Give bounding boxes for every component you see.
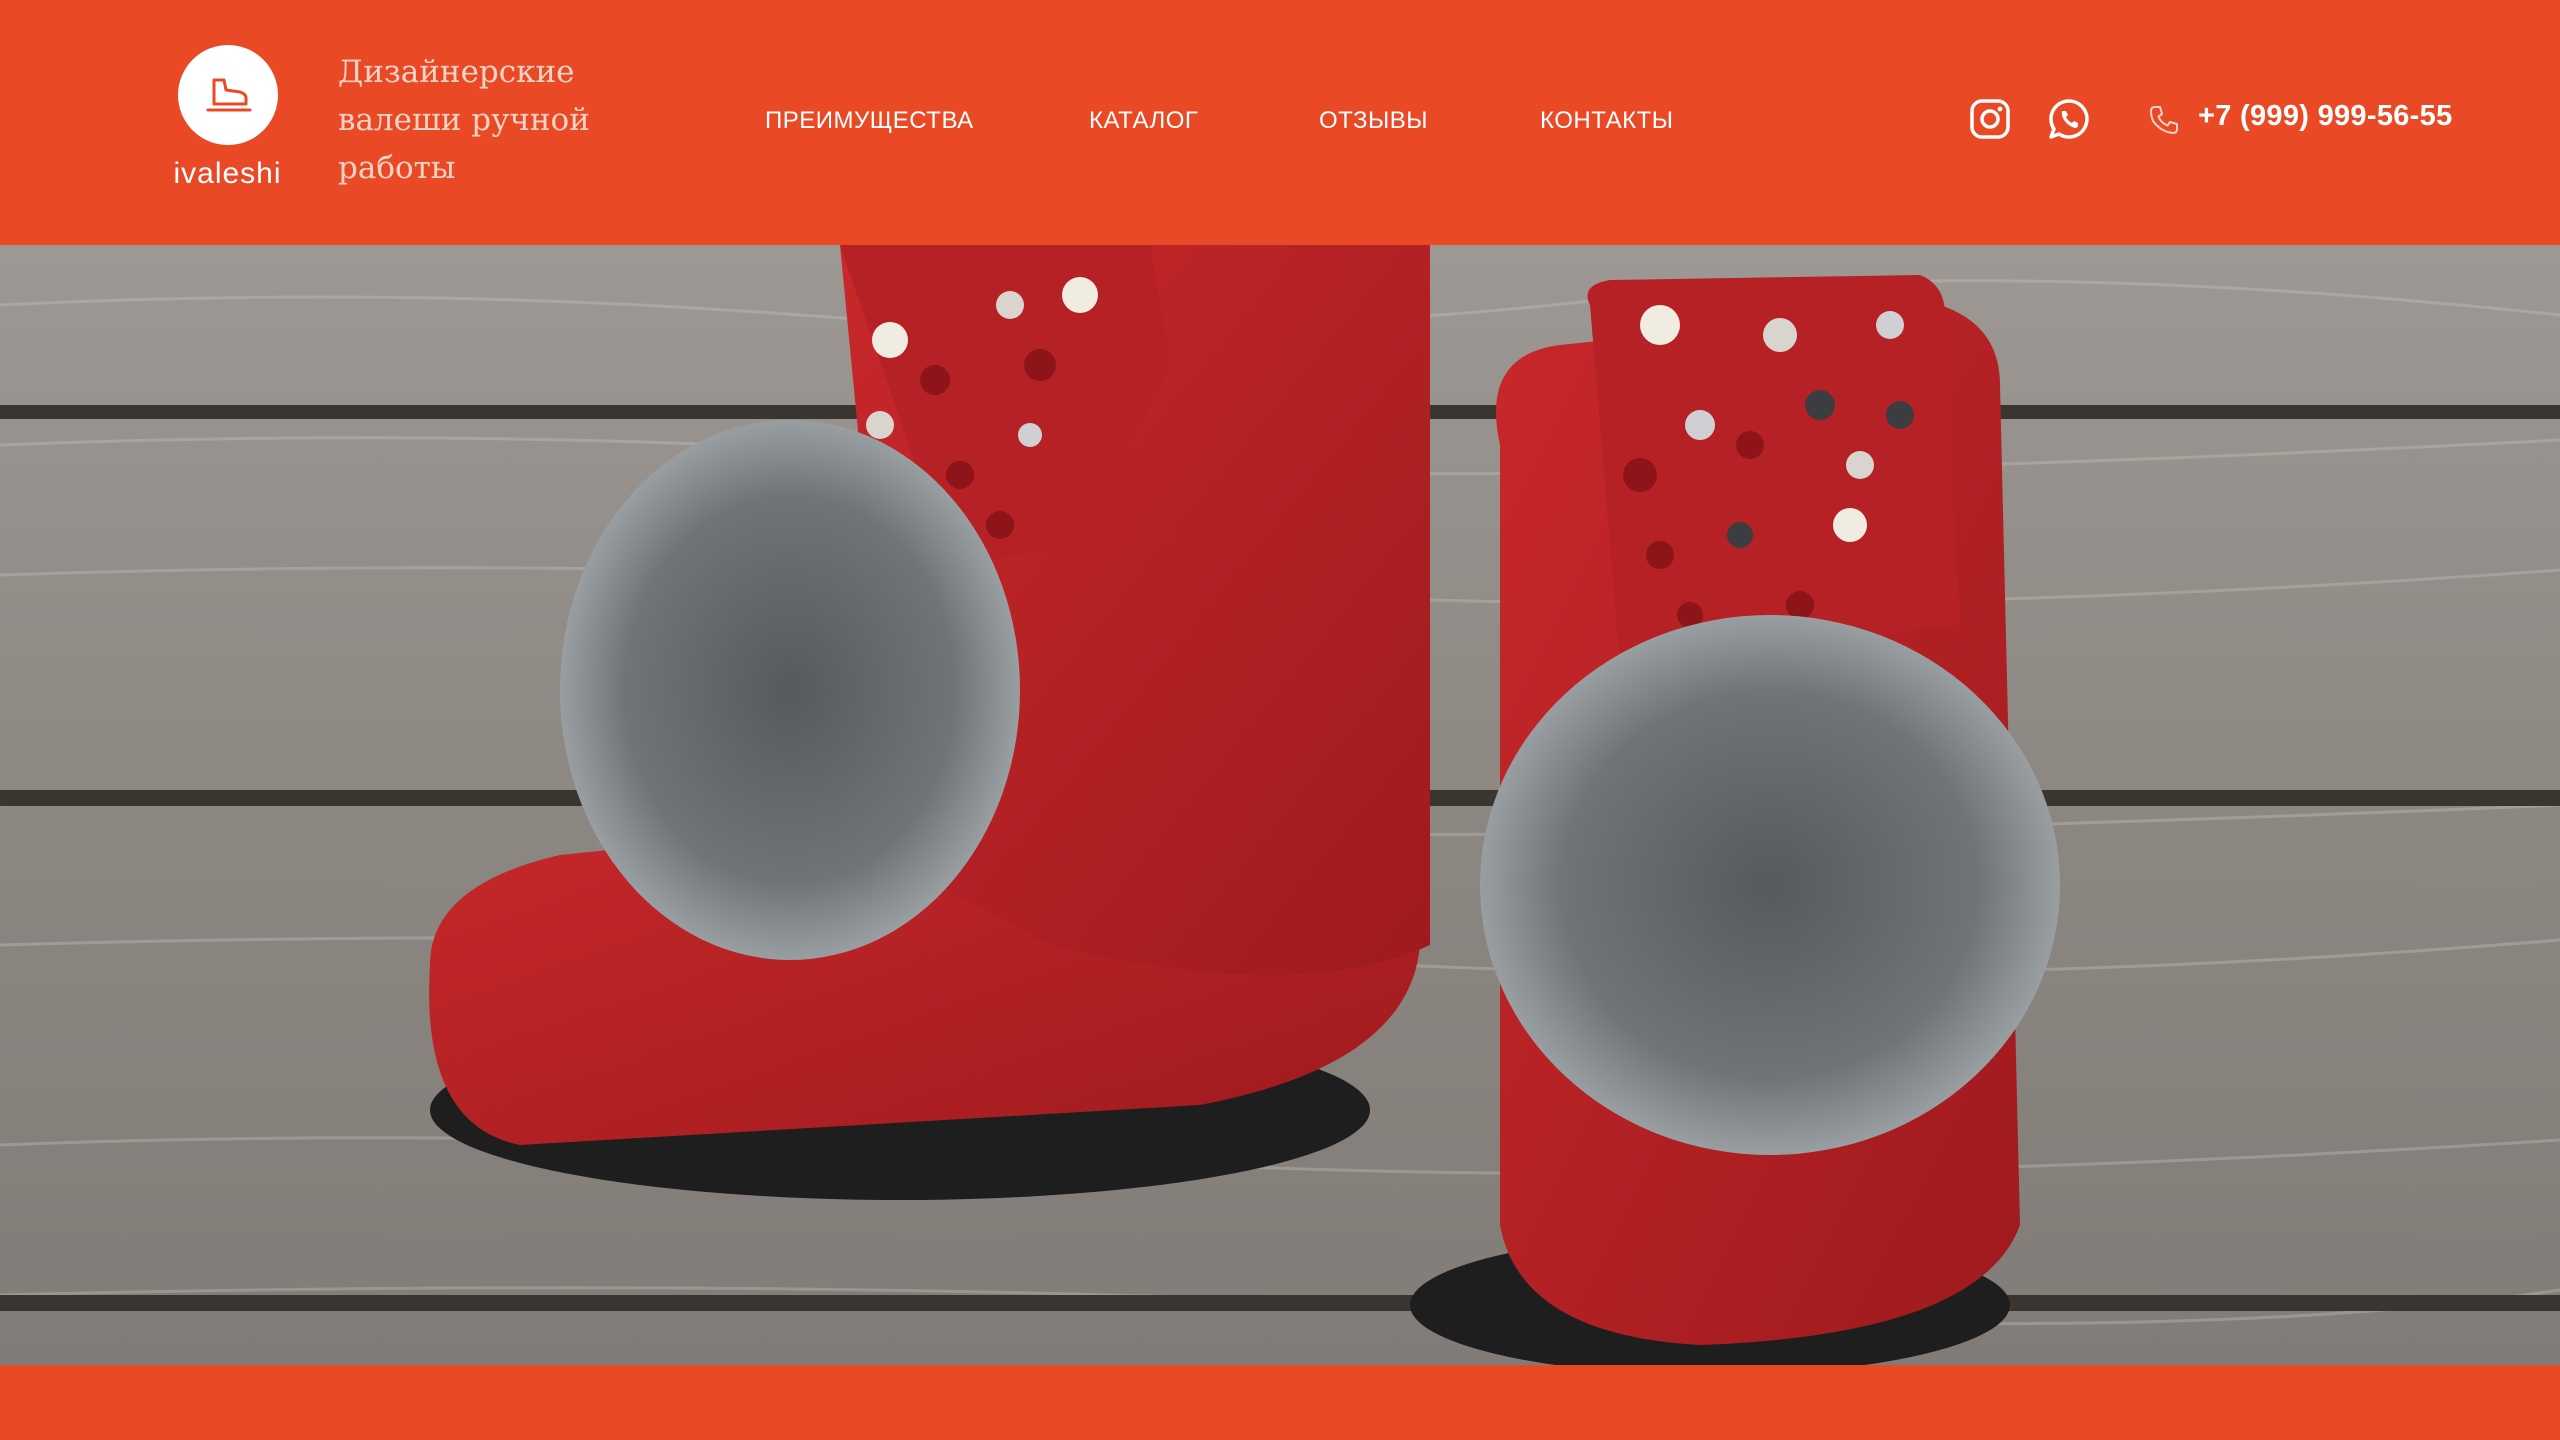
nav-link-advantages[interactable]: ПРЕИМУЩЕСТВА	[765, 107, 1089, 135]
logo[interactable]: ivaleshi	[170, 45, 285, 195]
nav-link-catalog[interactable]: КАТАЛОГ	[1089, 107, 1319, 135]
phone-link[interactable]: +7 (999) 999-56-55	[2198, 100, 2453, 133]
phone-icon	[2148, 104, 2180, 136]
nav-link-contacts[interactable]: КОНТАКТЫ	[1540, 107, 1700, 135]
site-header: ivaleshi Дизайнерские валеши ручной рабо…	[0, 0, 2560, 245]
nav-link-reviews[interactable]: ОТЗЫВЫ	[1319, 107, 1540, 135]
logo-text: ivaleshi	[173, 157, 282, 190]
site-tagline: Дизайнерские валеши ручной работы	[338, 54, 590, 186]
whatsapp-icon[interactable]	[2047, 97, 2091, 141]
main-nav: ПРЕИМУЩЕСТВА КАТАЛОГ ОТЗЫВЫ КОНТАКТЫ	[765, 103, 1700, 139]
instagram-icon[interactable]	[1968, 97, 2012, 141]
bottom-strip	[0, 1365, 2560, 1440]
boot-logo-icon	[178, 45, 278, 145]
right-boot	[1410, 275, 2060, 1365]
hero-image	[0, 245, 2560, 1365]
